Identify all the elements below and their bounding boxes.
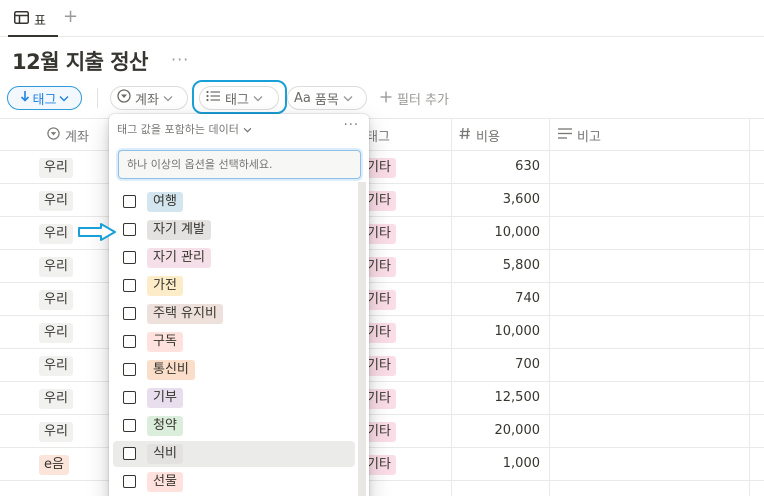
filter-chip-account-label: 계좌 xyxy=(135,92,159,108)
option-label: 기부 xyxy=(147,388,183,408)
account-pill: 우리 xyxy=(39,257,73,277)
plus-icon xyxy=(380,91,392,107)
cost-cell: 10,000 xyxy=(494,324,541,339)
column-header-cost-label: 비용 xyxy=(476,129,500,145)
column-header-account[interactable]: 계좌 xyxy=(47,119,89,151)
option-item[interactable]: 통신비 xyxy=(113,357,355,383)
table-icon xyxy=(14,11,29,28)
select-property-icon xyxy=(117,89,131,107)
account-pill: 우리 xyxy=(39,191,73,211)
option-item[interactable]: 가전 xyxy=(113,273,355,299)
account-pill: 우리 xyxy=(39,323,73,343)
column-header-cost[interactable]: 비용 xyxy=(459,119,500,151)
filter-chip-account[interactable]: 계좌 xyxy=(110,86,188,110)
option-checkbox[interactable] xyxy=(123,447,136,460)
account-pill: 우리 xyxy=(39,224,73,244)
option-item[interactable]: 청약 xyxy=(113,413,355,439)
option-checkbox[interactable] xyxy=(123,363,136,376)
option-item[interactable]: 주택 유지비 xyxy=(113,301,355,327)
option-checkbox[interactable] xyxy=(123,475,136,488)
text-property-icon: Aa xyxy=(294,90,311,106)
account-pill: 우리 xyxy=(39,389,73,409)
cost-cell: 3,600 xyxy=(502,192,540,207)
filter-chip-item-label: 품목 xyxy=(314,92,339,108)
page-title: 12월 지출 정산 xyxy=(12,50,148,74)
filter-chip-item[interactable]: Aa 품목 xyxy=(287,86,367,110)
arrow-down-icon xyxy=(20,90,30,106)
cost-cell: 740 xyxy=(515,291,540,306)
annotation-arrow-icon xyxy=(77,222,117,246)
account-pill: 우리 xyxy=(39,290,73,310)
account-pill: 우리 xyxy=(39,356,73,376)
option-checkbox[interactable] xyxy=(123,195,136,208)
option-label: 가전 xyxy=(147,276,183,296)
chevron-down-icon xyxy=(163,91,173,106)
option-item[interactable]: 자기 관리 xyxy=(113,245,355,271)
tab-table[interactable]: 표 xyxy=(8,4,58,37)
text-lines-icon xyxy=(558,127,572,143)
cost-cell: 1,000 xyxy=(502,456,540,471)
account-pill: e음 xyxy=(39,455,69,475)
select-property-icon xyxy=(47,126,60,144)
option-item[interactable]: 기부 xyxy=(113,385,355,411)
option-checkbox[interactable] xyxy=(123,419,136,432)
option-label: 자기 계발 xyxy=(147,220,211,240)
add-view-button[interactable]: + xyxy=(63,6,78,28)
account-pill: 우리 xyxy=(39,422,73,442)
add-filter-button[interactable]: 필터 추가 xyxy=(380,89,449,108)
column-header-memo-label: 비고 xyxy=(577,129,601,145)
dropdown-more-button[interactable]: ··· xyxy=(344,118,359,133)
chevron-down-icon xyxy=(243,123,252,136)
option-item[interactable]: 식비 xyxy=(113,441,355,467)
divider xyxy=(97,88,98,108)
option-label: 여행 xyxy=(147,192,183,212)
dropdown-scrollbar[interactable] xyxy=(358,182,366,496)
hash-icon xyxy=(459,127,471,144)
column-header-tag[interactable]: 태그 xyxy=(366,119,390,151)
column-header-tag-label: 태그 xyxy=(366,129,390,145)
option-item[interactable]: 자기 계발 xyxy=(113,217,355,243)
view-tab-bar: 표 + xyxy=(0,0,764,37)
option-checkbox[interactable] xyxy=(123,223,136,236)
cost-cell: 10,000 xyxy=(494,225,541,240)
sort-chip[interactable]: 태그 xyxy=(7,86,82,110)
column-header-account-label: 계좌 xyxy=(65,129,89,145)
cost-cell: 12,500 xyxy=(494,390,541,405)
option-checkbox[interactable] xyxy=(123,279,136,292)
option-checkbox[interactable] xyxy=(123,391,136,404)
option-label: 자기 관리 xyxy=(147,248,211,268)
chevron-down-icon xyxy=(59,91,69,106)
tag-filter-highlight xyxy=(192,80,287,114)
column-header-memo[interactable]: 비고 xyxy=(558,119,601,151)
add-filter-label: 필터 추가 xyxy=(397,93,449,108)
sort-chip-label: 태그 xyxy=(32,92,57,108)
filter-bar: 태그 계좌 태그 Aa 품목 필터 추가 xyxy=(0,84,764,112)
filter-condition-selector[interactable]: 태그 값을 포함하는 데이터 xyxy=(117,121,252,137)
chevron-down-icon xyxy=(343,91,353,106)
option-item[interactable]: 구독 xyxy=(113,329,355,355)
cost-cell: 630 xyxy=(515,159,540,174)
option-checkbox[interactable] xyxy=(123,307,136,320)
option-search-input[interactable] xyxy=(118,150,361,179)
option-checkbox[interactable] xyxy=(123,251,136,264)
option-label: 청약 xyxy=(147,416,183,436)
option-item[interactable]: 선물 xyxy=(113,469,355,495)
cost-cell: 20,000 xyxy=(494,423,541,438)
tag-filter-dropdown: 태그 값을 포함하는 데이터 ··· 여행 자기 계발 자기 관리 가전 주택 … xyxy=(109,114,369,496)
option-label: 식비 xyxy=(147,444,183,464)
option-checkbox[interactable] xyxy=(123,335,136,348)
option-item[interactable]: 여행 xyxy=(113,189,355,215)
title-more-button[interactable]: ··· xyxy=(171,50,189,69)
option-label: 구독 xyxy=(147,332,183,352)
option-label: 주택 유지비 xyxy=(147,304,223,324)
option-label: 선물 xyxy=(147,472,183,492)
tab-table-label: 표 xyxy=(34,14,46,29)
cost-cell: 5,800 xyxy=(502,258,540,273)
account-pill: 우리 xyxy=(39,158,73,178)
option-label: 통신비 xyxy=(147,360,195,380)
filter-condition-label: 태그 값을 포함하는 데이터 xyxy=(117,123,239,136)
cost-cell: 700 xyxy=(515,357,540,372)
